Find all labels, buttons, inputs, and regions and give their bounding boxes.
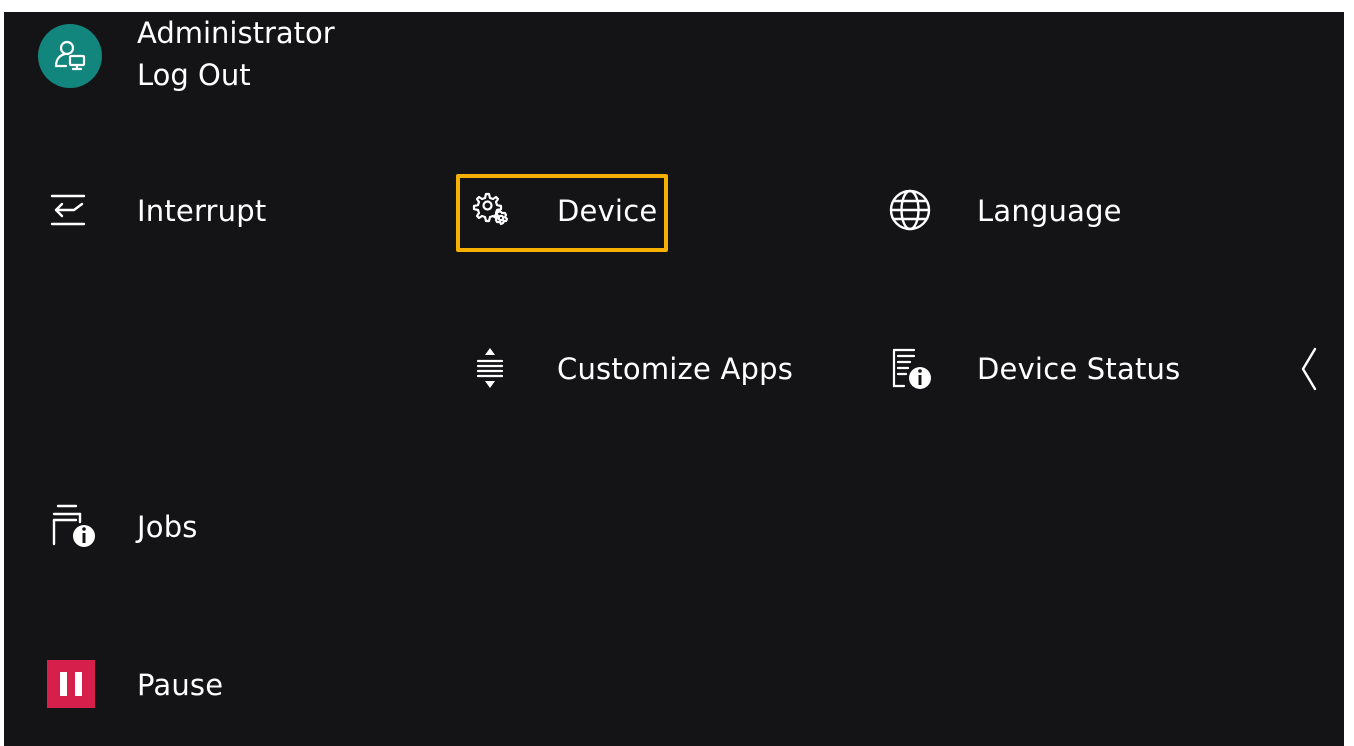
device-status-button[interactable]: Device Status <box>882 336 1222 398</box>
pause-label: Pause <box>137 668 224 702</box>
language-button[interactable]: Language <box>882 178 1202 240</box>
device-status-label: Device Status <box>977 352 1181 386</box>
logout-link[interactable]: Log Out <box>137 58 251 92</box>
jobs-info-icon <box>48 502 96 550</box>
customize-apps-label: Customize Apps <box>557 352 794 386</box>
home-menu-screen: Administrator Log Out Interrupt Device L… <box>4 12 1344 746</box>
language-label: Language <box>977 194 1122 228</box>
user-admin-icon[interactable] <box>38 24 102 88</box>
interrupt-label: Interrupt <box>137 194 267 228</box>
interrupt-button[interactable]: Interrupt <box>44 180 364 240</box>
chevron-left-icon[interactable] <box>1294 344 1324 394</box>
customize-apps-button[interactable]: Customize Apps <box>460 336 820 398</box>
jobs-label: Jobs <box>137 510 198 544</box>
reorder-icon <box>472 346 508 390</box>
device-label: Device <box>557 194 658 228</box>
jobs-button[interactable]: Jobs <box>44 494 364 556</box>
user-name: Administrator <box>137 16 335 50</box>
device-button[interactable]: Device <box>460 178 658 240</box>
pause-button[interactable]: Pause <box>44 652 364 716</box>
interrupt-icon <box>48 192 88 228</box>
gear-icon <box>468 190 514 230</box>
globe-icon <box>888 189 932 231</box>
device-info-icon <box>888 346 934 392</box>
